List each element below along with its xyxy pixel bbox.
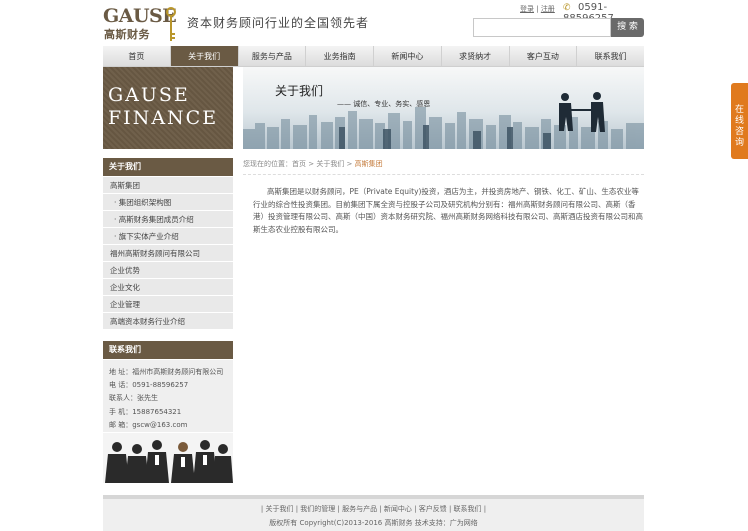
- contact-email: 邮 箱：gscw@163.com: [109, 420, 188, 429]
- footer-links: | 关于我们 | 我们的管理 | 服务与产品 | 新闻中心 | 客户反馈 | 联…: [260, 505, 487, 513]
- sidebar-item-org-chart[interactable]: 集团组织架构图: [103, 194, 233, 211]
- contact-info: 地 址：福州市高斯财务顾问有限公司 电 话：0591-88596257 联系人：…: [103, 360, 233, 432]
- nav-contact[interactable]: 联系我们: [577, 46, 644, 66]
- logo-cn: 高斯财务: [104, 28, 150, 41]
- breadcrumb-prefix: 您现在的位置：: [243, 160, 292, 168]
- sidebar-item-members[interactable]: 高斯财务集团成员介绍: [103, 211, 233, 228]
- banner-subtitle: 诚信、专业、务实、感恩: [337, 99, 430, 109]
- nav-news[interactable]: 新闻中心: [374, 46, 442, 66]
- key-icon: [166, 7, 176, 41]
- footer: | 关于我们 | 我们的管理 | 服务与产品 | 新闻中心 | 客户反馈 | 联…: [103, 495, 644, 531]
- nav-about[interactable]: 关于我们: [170, 46, 239, 66]
- sidebar-item-group[interactable]: 高斯集团: [103, 177, 233, 194]
- sidebar-item-advantages[interactable]: 企业优势: [103, 262, 233, 279]
- slogan: 资本财务顾问行业的全国领先者: [187, 16, 370, 30]
- search-input[interactable]: [473, 18, 611, 37]
- nav-home[interactable]: 首页: [103, 46, 171, 66]
- footer-link-services[interactable]: 服务与产品: [342, 505, 377, 513]
- contact-person: 联系人：张先生: [109, 394, 158, 403]
- nav-services[interactable]: 服务与产品: [239, 46, 307, 66]
- contact-address: 地 址：福州市高斯财务顾问有限公司: [109, 368, 224, 376]
- contact-tel: 电 话：0591-88596257: [109, 381, 189, 390]
- nav-interaction[interactable]: 客户互动: [510, 46, 578, 66]
- top-links: 登录 | 注册: [520, 5, 555, 13]
- phone-icon: ✆: [563, 3, 571, 13]
- support-text: 技术支持：广为网络: [414, 519, 478, 527]
- footer-link-contact[interactable]: 联系我们: [454, 505, 482, 513]
- online-consult-label: 在线咨询: [734, 105, 744, 148]
- team-photo: [103, 433, 233, 483]
- banner-title: 关于我们: [275, 84, 324, 98]
- breadcrumb-separator: >: [306, 160, 317, 168]
- breadcrumb-parent[interactable]: 关于我们: [316, 160, 344, 168]
- sidebar-item-culture[interactable]: 企业文化: [103, 279, 233, 296]
- main-nav: 首页 关于我们 服务与产品 业务指南 新闻中心 求贤纳才 客户互动 联系我们: [103, 46, 644, 67]
- footer-link-management[interactable]: 我们的管理: [300, 505, 335, 513]
- breadcrumb-separator: >: [344, 160, 355, 168]
- search-button[interactable]: 搜 索: [611, 18, 644, 37]
- nav-careers[interactable]: 求贤纳才: [442, 46, 510, 66]
- nav-guide[interactable]: 业务指南: [306, 46, 374, 66]
- footer-copyright: 版权所有 Copyright(C)2013-2016 高斯财务 技术支持：广为网…: [103, 518, 644, 528]
- brand-box: GAUSE FINANCE: [103, 67, 233, 149]
- register-link[interactable]: 注册: [541, 5, 555, 13]
- copyright-text: 版权所有 Copyright(C)2013-2016 高斯财务: [269, 519, 413, 527]
- logo[interactable]: GAUSE 高斯财务: [103, 5, 179, 41]
- login-link[interactable]: 登录: [520, 5, 534, 13]
- breadcrumb-current: 高斯集团: [354, 160, 383, 168]
- sidebar-item-industries[interactable]: 旗下实体产业介绍: [103, 228, 233, 245]
- footer-link-about[interactable]: 关于我们: [265, 505, 293, 513]
- footer-link-news[interactable]: 新闻中心: [384, 505, 412, 513]
- sidebar-about-title: 关于我们: [103, 158, 233, 176]
- breadcrumb: 您现在的位置：首页 > 关于我们 > 高斯集团: [243, 159, 644, 175]
- sidebar-contact-title: 联系我们: [103, 341, 233, 359]
- city-skyline-image: [243, 92, 644, 149]
- brand-line1: GAUSE: [108, 84, 190, 106]
- banner: 关于我们 诚信、专业、务实、感恩: [243, 67, 644, 149]
- article-body: 高斯集团是以财务顾问，PE（Private Equity)投资，酒店为主，并投资…: [253, 187, 643, 234]
- sidebar-item-fuzhou-company[interactable]: 福州高斯财务顾问有限公司: [103, 245, 233, 262]
- footer-link-feedback[interactable]: 客户反馈: [419, 505, 447, 513]
- contact-mobile: 手 机：15887654321: [109, 407, 182, 416]
- sidebar-item-industry-intro[interactable]: 高端资本财务行业介绍: [103, 313, 233, 330]
- brand-line2: FINANCE: [108, 107, 219, 129]
- online-consult-tab[interactable]: 在线咨询: [731, 83, 748, 159]
- sidebar-item-management[interactable]: 企业管理: [103, 296, 233, 313]
- header: GAUSE 高斯财务 资本财务顾问行业的全国领先者 登录 | 注册 ✆ 0591-…: [103, 0, 644, 45]
- breadcrumb-home[interactable]: 首页: [292, 160, 306, 168]
